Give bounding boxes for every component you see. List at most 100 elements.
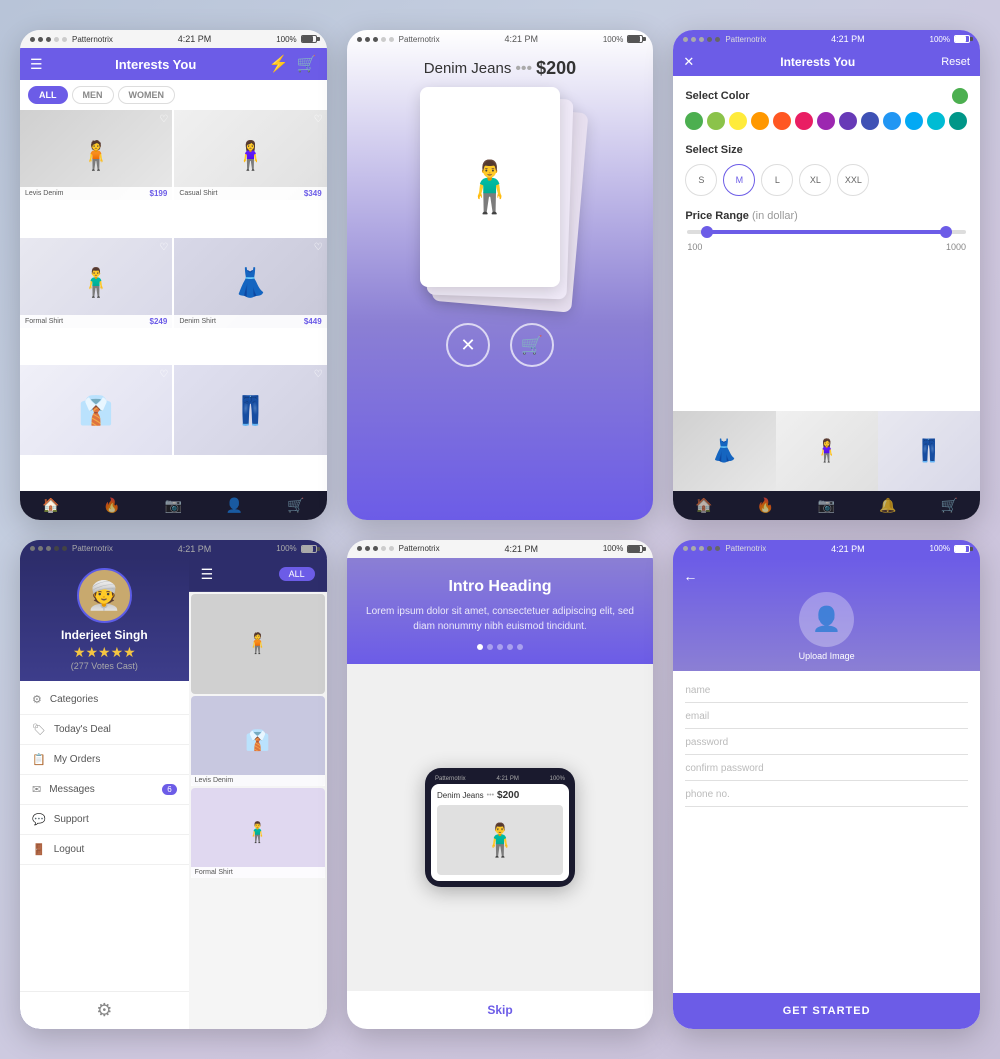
color-deep-purple[interactable]	[839, 112, 857, 130]
nav-cart[interactable]: 🛒	[287, 497, 304, 514]
email-field[interactable]	[685, 705, 968, 729]
stack-card-front[interactable]: 🧍‍♂️	[420, 87, 560, 287]
password-field[interactable]	[685, 731, 968, 755]
size-m[interactable]: M	[723, 164, 755, 196]
heart-icon-3[interactable]: ♡	[159, 242, 168, 253]
heart-icon-1[interactable]: ♡	[159, 114, 168, 125]
tab-all[interactable]: ALL	[28, 86, 68, 104]
nav-trending-3[interactable]: 🔥	[757, 497, 774, 514]
heart-icon-5[interactable]: ♡	[159, 369, 168, 380]
product-grid: 🧍 ♡ Levis Denim $199 🧍‍♀️ ♡ Casual Shirt…	[20, 110, 327, 491]
upload-avatar[interactable]: 👤	[799, 592, 854, 647]
color-indigo[interactable]	[861, 112, 879, 130]
heart-icon-4[interactable]: ♡	[314, 242, 323, 253]
product-card-5[interactable]: 👔 ♡	[20, 365, 172, 455]
messages-icon: ✉	[32, 783, 41, 796]
menu-support[interactable]: 💬 Support	[20, 805, 189, 835]
nav-profile-3[interactable]: 🔔	[879, 497, 896, 514]
filter-tab-bar: ALL MEN WOMEN	[20, 80, 327, 110]
close-button[interactable]: ✕	[446, 323, 490, 367]
color-yellow[interactable]	[729, 112, 747, 130]
size-xl[interactable]: XL	[799, 164, 831, 196]
color-lime[interactable]	[707, 112, 725, 130]
close-icon[interactable]: ✕	[683, 54, 694, 70]
phone-product-detail: Patternotrix 4:21 PM 100% Denim Jeans ••…	[347, 30, 654, 520]
product-preview-panel: ☰ ALL 🧍 👔 Levis Denim 🧍‍♂️ Formal Shirt	[189, 558, 327, 1030]
color-orange[interactable]	[751, 112, 769, 130]
nav-cart-3[interactable]: 🛒	[941, 497, 958, 514]
color-teal[interactable]	[949, 112, 967, 130]
phone-field[interactable]	[685, 783, 968, 807]
menu-messages[interactable]: ✉ Messages 6	[20, 775, 189, 805]
phone-register: Patternotrix 4:21 PM 100% ← 👤 Upload Ima…	[673, 540, 980, 1030]
color-green[interactable]	[685, 112, 703, 130]
menu-logout[interactable]: 🚪 Logout	[20, 835, 189, 865]
nav-profile[interactable]: 👤	[226, 497, 243, 514]
intro-body: Lorem ipsum dolor sit amet, consectetuer…	[363, 604, 638, 634]
back-button[interactable]: ←	[683, 568, 697, 584]
nav-camera[interactable]: 📷	[165, 497, 182, 514]
all-button[interactable]: ALL	[279, 567, 315, 581]
color-pink[interactable]	[795, 112, 813, 130]
slider-thumb-left[interactable]	[701, 226, 713, 238]
menu-my-orders[interactable]: 📋 My Orders	[20, 745, 189, 775]
reset-button[interactable]: Reset	[941, 56, 970, 68]
menu-categories[interactable]: ⚙ Categories	[20, 685, 189, 715]
product-card-2[interactable]: 🧍‍♀️ ♡ Casual Shirt $349	[174, 110, 326, 200]
color-cyan[interactable]	[927, 112, 945, 130]
skip-area: Skip	[347, 991, 654, 1029]
product-info-4: Denim Shirt $449	[174, 315, 326, 328]
product-name: Denim Jeans	[424, 60, 512, 77]
color-red-orange[interactable]	[773, 112, 791, 130]
selected-color	[952, 88, 968, 104]
carrier-dots: Patternotrix	[30, 35, 113, 44]
slider-track[interactable]	[687, 230, 966, 234]
size-label: Select Size	[685, 144, 968, 156]
nav-trending[interactable]: 🔥	[103, 497, 120, 514]
status-bar-5: Patternotrix 4:21 PM 100%	[347, 540, 654, 558]
color-purple[interactable]	[817, 112, 835, 130]
phone1-header: ☰ Interests You ⚡ 🛒	[20, 48, 327, 80]
panel-product-2[interactable]: 👔 Levis Denim	[191, 696, 325, 786]
panel-hamburger[interactable]: ☰	[201, 566, 214, 583]
product-card-3[interactable]: 🧍‍♂️ ♡ Formal Shirt $249	[20, 238, 172, 328]
product-info-2: Casual Shirt $349	[174, 187, 326, 200]
color-blue[interactable]	[883, 112, 901, 130]
categories-icon: ⚙	[32, 693, 42, 706]
cart-icon[interactable]: 🛒	[297, 54, 317, 74]
name-field[interactable]	[685, 679, 968, 703]
confirm-password-field[interactable]	[685, 757, 968, 781]
tab-men[interactable]: MEN	[72, 86, 114, 104]
heart-icon-2[interactable]: ♡	[314, 114, 323, 125]
profile-sidebar: 👳 Inderjeet Singh ★★★★★ (277 Votes Cast)…	[20, 558, 189, 1030]
hamburger-icon[interactable]: ☰	[30, 56, 43, 73]
product-card-4[interactable]: 👗 ♡ Denim Shirt $449	[174, 238, 326, 328]
skip-button[interactable]: Skip	[487, 1003, 512, 1017]
heart-icon-6[interactable]: ♡	[314, 369, 323, 380]
panel-products: 🧍 👔 Levis Denim 🧍‍♂️ Formal Shirt	[189, 592, 327, 1030]
add-to-cart-button[interactable]: 🛒	[510, 323, 554, 367]
color-light-blue[interactable]	[905, 112, 923, 130]
panel-product-3[interactable]: 🧍‍♂️ Formal Shirt	[191, 788, 325, 878]
filter-icon[interactable]: ⚡	[269, 54, 289, 74]
nav-home-3[interactable]: 🏠	[695, 497, 712, 514]
panel-product-1[interactable]: 🧍	[191, 594, 325, 694]
page-title: Interests You	[115, 57, 196, 72]
header-actions: ⚡ 🛒	[269, 54, 317, 74]
settings-icon[interactable]: ⚙	[96, 1000, 112, 1021]
preview-3: 👖	[878, 411, 980, 491]
get-started-button[interactable]: GET STARTED	[673, 993, 980, 1029]
size-l[interactable]: L	[761, 164, 793, 196]
menu-todays-deal[interactable]: 🏷 Today's Deal	[20, 715, 189, 745]
color-label: Select Color	[685, 88, 968, 104]
tab-women[interactable]: WOMEN	[118, 86, 176, 104]
nav-home[interactable]: 🏠	[42, 497, 59, 514]
size-xxl[interactable]: XXL	[837, 164, 869, 196]
inner-content: Denim Jeans ••• $200 🧍‍♂️	[431, 784, 569, 881]
nav-camera-3[interactable]: 📷	[818, 497, 835, 514]
product-card-1[interactable]: 🧍 ♡ Levis Denim $199	[20, 110, 172, 200]
product-card-6[interactable]: 👖 ♡	[174, 365, 326, 455]
phone-onboarding: Patternotrix 4:21 PM 100% Intro Heading …	[347, 540, 654, 1030]
slider-thumb-right[interactable]	[940, 226, 952, 238]
size-s[interactable]: S	[685, 164, 717, 196]
